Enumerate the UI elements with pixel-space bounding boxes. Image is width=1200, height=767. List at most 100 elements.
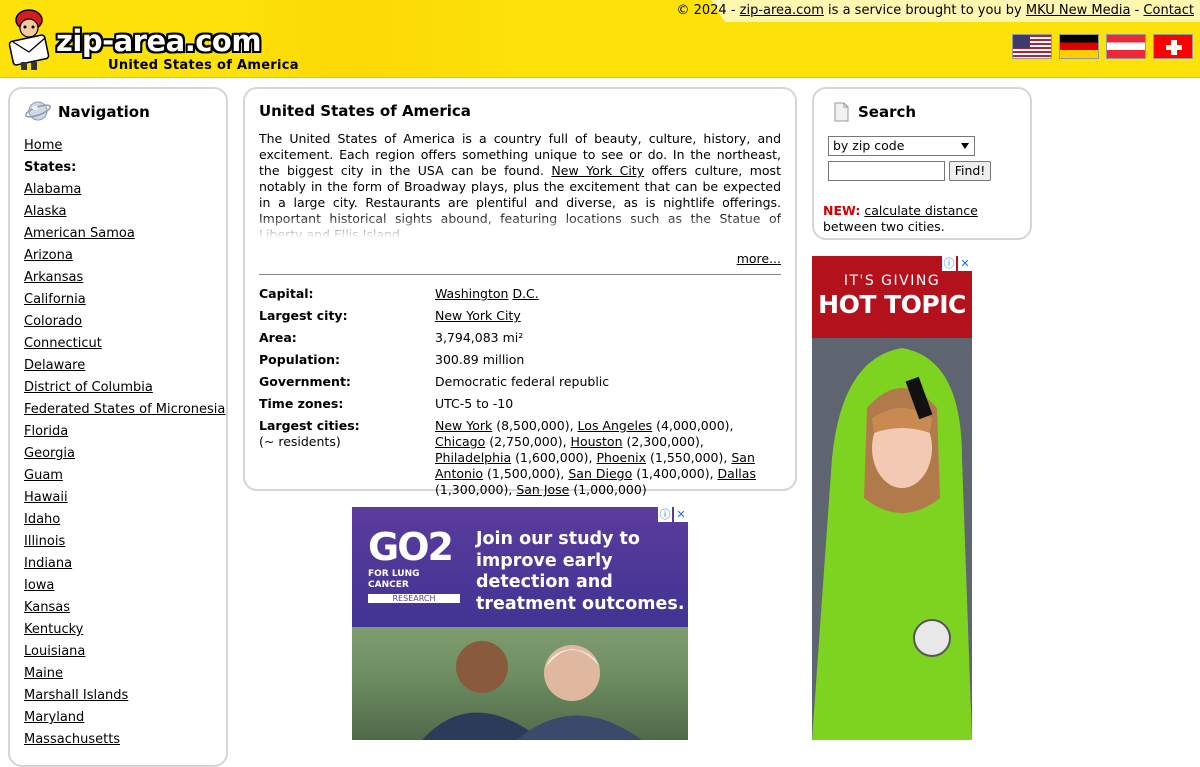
city-link[interactable]: Phoenix xyxy=(596,450,646,465)
state-link-louisiana[interactable]: Louisiana xyxy=(24,644,85,659)
divider xyxy=(259,274,781,275)
state-link-colorado[interactable]: Colorado xyxy=(24,314,82,329)
search-type-select[interactable]: by zip code xyxy=(828,136,975,156)
country-title: United States of America xyxy=(259,102,471,120)
state-link-guam[interactable]: Guam xyxy=(24,468,63,483)
fact-value: 300.89 million xyxy=(435,352,525,367)
fact-row-area: Area: 3,794,083 mi² xyxy=(259,327,781,349)
state-link-arkansas[interactable]: Arkansas xyxy=(24,270,83,285)
city-link[interactable]: Los Angeles xyxy=(578,418,653,433)
city-link[interactable]: San Jose xyxy=(516,482,569,497)
state-link-hawaii[interactable]: Hawaii xyxy=(24,490,68,505)
find-button[interactable]: Find! xyxy=(949,161,991,181)
navigation-title: Navigation xyxy=(58,103,150,121)
state-link-delaware[interactable]: Delaware xyxy=(24,358,85,373)
fact-label: Capital: xyxy=(259,286,314,301)
city-population: (1,500,000), xyxy=(483,466,569,481)
ad-close-icon[interactable]: ✕ xyxy=(958,256,972,271)
state-list: Home States: Alabama Alaska American Samoa… xyxy=(24,135,225,751)
largest-cities-label: Largest cities: xyxy=(259,418,360,433)
city-link[interactable]: Houston xyxy=(571,434,623,449)
ad-close-icon[interactable]: ✕ xyxy=(674,507,688,522)
state-link-iowa[interactable]: Iowa xyxy=(24,578,54,593)
fact-value: Democratic federal republic xyxy=(435,374,610,389)
state-link-idaho[interactable]: Idaho xyxy=(24,512,60,527)
state-link-american-samoa[interactable]: American Samoa xyxy=(24,226,135,241)
city-population: (4,000,000), xyxy=(652,418,734,433)
state-link-kansas[interactable]: Kansas xyxy=(24,600,70,615)
ad-info-icon[interactable]: ⓘ xyxy=(942,256,956,271)
home-link[interactable]: Home xyxy=(24,138,62,153)
mascot-logo-icon[interactable] xyxy=(5,8,53,72)
city-population: (8,500,000), xyxy=(492,418,578,433)
company-link[interactable]: MKU New Media xyxy=(1026,3,1131,18)
state-link-alabama[interactable]: Alabama xyxy=(24,182,81,197)
copyright-site-link[interactable]: zip-area.com xyxy=(740,3,824,18)
new-feature-note: NEW: calculate distance between two citi… xyxy=(823,203,1023,235)
fact-label: Largest cities: (~ residents) xyxy=(259,415,435,498)
city-population: (1,400,000), xyxy=(632,466,718,481)
logo-subtitle: United States of America xyxy=(108,58,299,73)
us-flag-icon[interactable] xyxy=(1012,34,1052,59)
country-info-panel: United States of America The United Stat… xyxy=(243,87,797,497)
fact-value: UTC-5 to -10 xyxy=(435,396,514,411)
state-link-california[interactable]: California xyxy=(24,292,86,307)
description-fade xyxy=(259,213,781,249)
city-link[interactable]: New York xyxy=(435,418,492,433)
largest-cities-sublabel: (~ residents) xyxy=(259,434,341,449)
city-link[interactable]: Philadelphia xyxy=(435,450,511,465)
copyright-strip: © 2024 - zip-area.com is a service broug… xyxy=(676,0,1200,22)
state-link-maine[interactable]: Maine xyxy=(24,666,63,681)
ad-photo xyxy=(352,627,688,740)
ad-info-icon[interactable]: ⓘ xyxy=(658,507,672,522)
state-link-marshall-islands[interactable]: Marshall Islands xyxy=(24,688,128,703)
new-york-city-link[interactable]: New York City xyxy=(551,163,644,178)
state-link-illinois[interactable]: Illinois xyxy=(24,534,65,549)
state-link-federated-states-of-micronesia[interactable]: Federated States of Micronesia xyxy=(24,402,225,417)
ad-controls: ⓘ ✕ xyxy=(942,256,972,271)
state-link-maryland[interactable]: Maryland xyxy=(24,710,84,725)
city-population: (1,600,000), xyxy=(511,450,597,465)
state-link-kentucky[interactable]: Kentucky xyxy=(24,622,83,637)
city-population: (1,550,000), xyxy=(646,450,732,465)
state-link-indiana[interactable]: Indiana xyxy=(24,556,72,571)
hot-topic-line2: HOT TOPIC xyxy=(818,290,966,319)
search-input[interactable] xyxy=(828,161,945,181)
ad-controls: ⓘ ✕ xyxy=(658,507,688,522)
austria-flag-icon[interactable] xyxy=(1106,34,1146,59)
state-link-arizona[interactable]: Arizona xyxy=(24,248,73,263)
fact-row-government: Government: Democratic federal republic xyxy=(259,371,781,393)
document-icon xyxy=(834,102,849,122)
navigation-panel: Navigation Home States: Alabama Alaska Ame… xyxy=(8,87,228,767)
state-link-district-of-columbia[interactable]: District of Columbia xyxy=(24,380,153,395)
washington-link[interactable]: Washington xyxy=(435,286,508,301)
city-population: (2,750,000), xyxy=(485,434,571,449)
largest-city-link[interactable]: New York City xyxy=(435,308,521,323)
city-population: (1,300,000), xyxy=(435,482,517,497)
state-link-florida[interactable]: Florida xyxy=(24,424,68,439)
go2-logo-text: GO2 xyxy=(368,525,454,569)
go2-logo-subtext: FOR LUNG CANCER xyxy=(368,569,420,590)
ad-model-photo xyxy=(812,338,972,740)
city-link[interactable]: San Diego xyxy=(568,466,632,481)
germany-flag-icon[interactable] xyxy=(1059,34,1099,59)
hot-topic-advertisement[interactable]: IT'S GIVING HOT TOPIC ⓘ ✕ xyxy=(812,256,972,740)
city-link[interactable]: Chicago xyxy=(435,434,485,449)
more-link[interactable]: more... xyxy=(737,251,781,266)
search-panel: Search by zip code Find! NEW: calculate … xyxy=(812,87,1032,240)
state-link-georgia[interactable]: Georgia xyxy=(24,446,75,461)
contact-link[interactable]: Contact xyxy=(1143,3,1194,18)
state-link-alaska[interactable]: Alaska xyxy=(24,204,67,219)
go2-advertisement[interactable]: ⓘ ✕ GO2 FOR LUNG CANCER RESEARCH Join our… xyxy=(352,507,688,740)
switzerland-flag-icon[interactable] xyxy=(1153,34,1193,59)
state-link-connecticut[interactable]: Connecticut xyxy=(24,336,102,351)
city-link[interactable]: Dallas xyxy=(718,466,756,481)
fact-row-largest-city: Largest city: New York City xyxy=(259,305,781,327)
fact-row-population: Population: 300.89 million xyxy=(259,349,781,371)
copyright-year: © 2024 - xyxy=(676,3,740,18)
logo-text[interactable]: zip-area.com xyxy=(56,24,262,58)
states-heading: States: xyxy=(24,160,77,175)
dc-link[interactable]: D.C. xyxy=(512,286,538,301)
calculate-distance-link[interactable]: calculate distance xyxy=(864,203,977,218)
fact-label: Time zones: xyxy=(259,396,344,411)
